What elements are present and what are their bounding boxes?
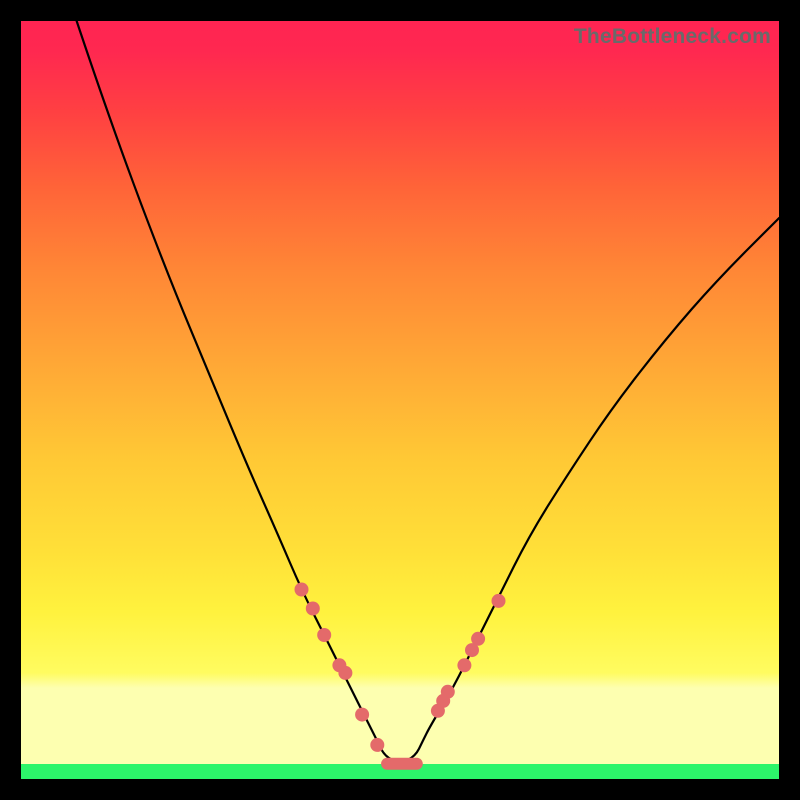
flat-bottom-bar xyxy=(381,758,423,770)
marker-dot xyxy=(370,738,384,752)
marker-dot xyxy=(441,685,455,699)
curve-svg xyxy=(21,21,779,779)
marker-dot xyxy=(317,628,331,642)
marker-dot xyxy=(457,658,471,672)
chart-container: TheBottleneck.com xyxy=(0,0,800,800)
marker-dot xyxy=(306,602,320,616)
marker-dot xyxy=(338,666,352,680)
main-curve xyxy=(74,13,779,762)
marker-dot xyxy=(471,632,485,646)
marker-dot xyxy=(492,594,506,608)
flat-bottom-segment xyxy=(381,758,423,770)
marker-dot xyxy=(295,583,309,597)
plot-area: TheBottleneck.com xyxy=(21,21,779,779)
marker-dot xyxy=(355,708,369,722)
right-markers xyxy=(431,594,506,718)
